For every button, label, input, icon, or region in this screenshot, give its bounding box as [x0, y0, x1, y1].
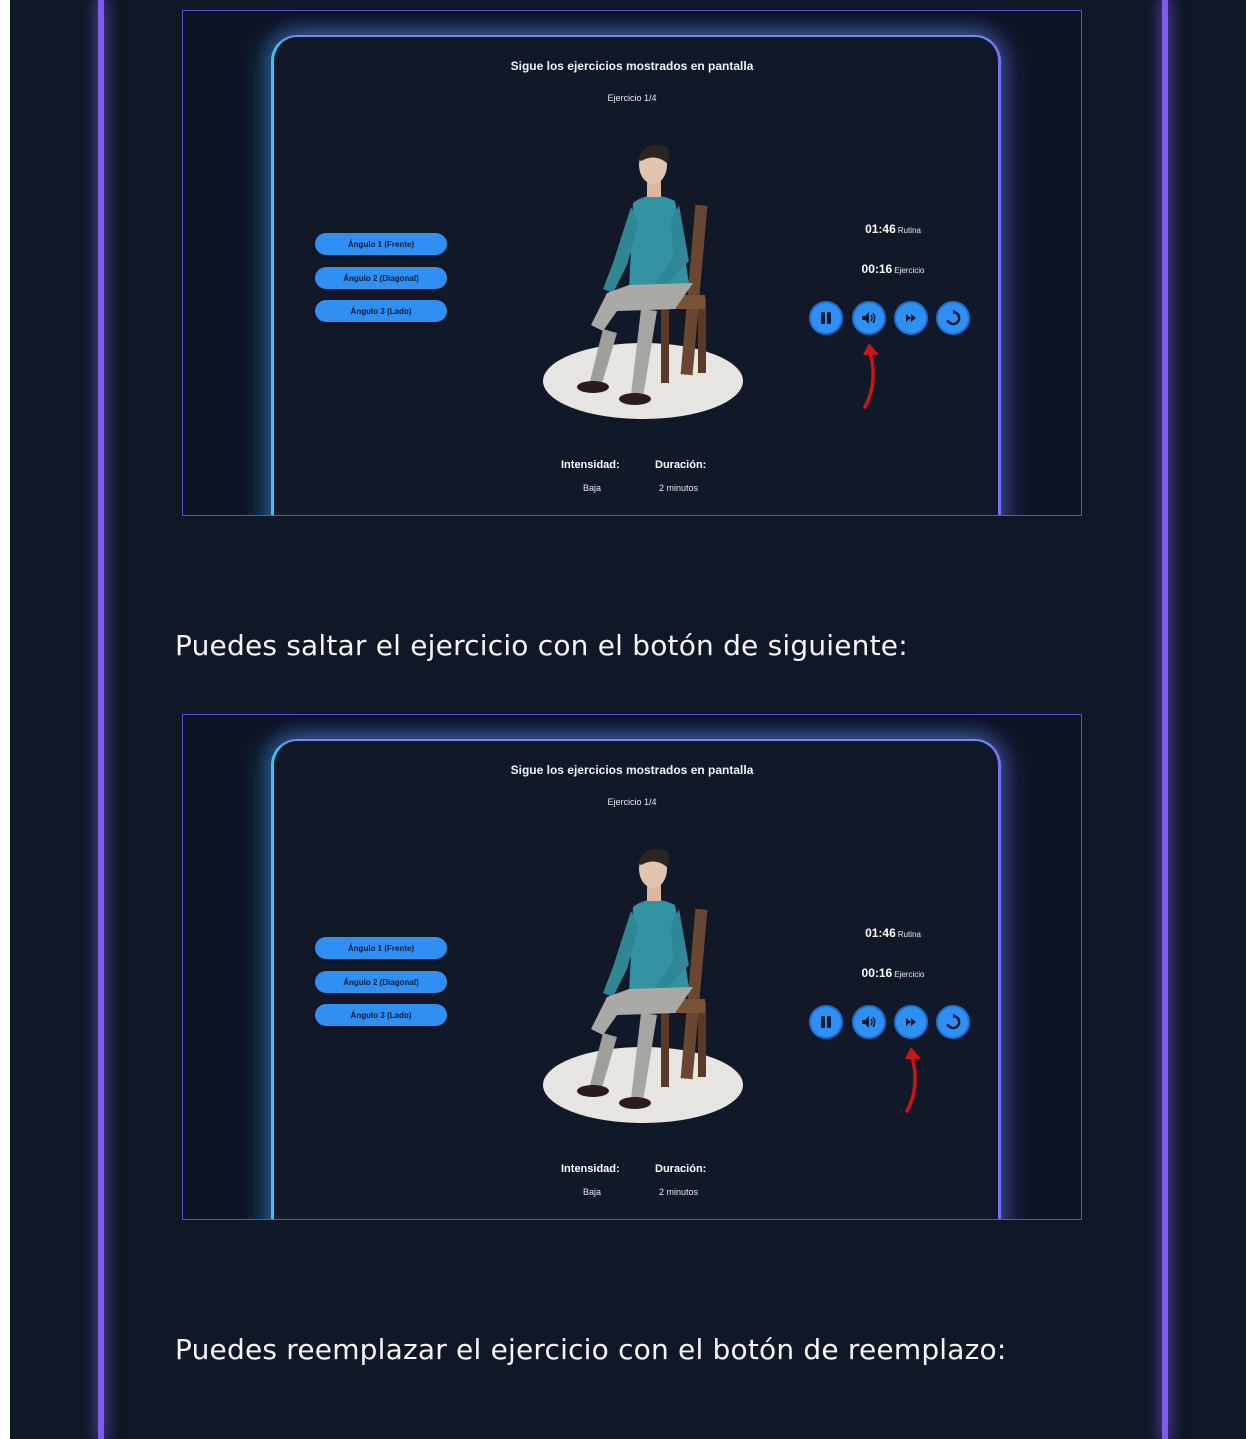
- volume-icon: [862, 312, 876, 324]
- volume-button[interactable]: [852, 301, 886, 335]
- caption-replace-exercise: Puedes reemplazar el ejercicio con el bo…: [175, 1333, 1007, 1366]
- replace-button[interactable]: [936, 301, 970, 335]
- intensity-value: Baja: [583, 483, 602, 493]
- exercise-title: Sigue los ejercicios mostrados en pantal…: [510, 763, 754, 777]
- angle-diagonal-button[interactable]: Ángulo 2 (Diagonal): [315, 267, 447, 289]
- exercise-counter: Ejercicio 1/4: [607, 93, 657, 103]
- routine-label: Rutina: [897, 930, 921, 939]
- volume-button[interactable]: [852, 1005, 886, 1039]
- next-button[interactable]: [894, 301, 928, 335]
- exercise-screenshot-1: Sigue los ejercicios mostrados en pantal…: [182, 10, 1082, 516]
- duration-value: 2 minutos: [659, 1187, 699, 1197]
- next-icon: [906, 314, 916, 322]
- exercise-counter: Ejercicio 1/4: [607, 797, 657, 807]
- intensity-label: Intensidad:: [561, 459, 620, 471]
- tutorial-page: Sigue los ejercicios mostrados en pantal…: [10, 0, 1246, 1439]
- exercise-label: Ejercicio: [894, 970, 925, 979]
- replace-button[interactable]: [936, 1005, 970, 1039]
- pause-button[interactable]: [809, 301, 843, 335]
- pause-icon: [821, 1016, 831, 1028]
- angle-diagonal-button[interactable]: Ángulo 2 (Diagonal): [315, 971, 447, 993]
- red-arrow-annotation: [905, 1047, 921, 1113]
- right-border-rail: [1162, 0, 1168, 1439]
- routine-timer: 01:46 Rutina: [823, 926, 963, 940]
- replace-icon: [946, 1013, 961, 1030]
- routine-timer: 01:46 Rutina: [823, 222, 963, 236]
- exercise-timer: 00:16 Ejercicio: [823, 966, 963, 980]
- pause-button[interactable]: [809, 1005, 843, 1039]
- next-button[interactable]: [894, 1005, 928, 1039]
- exercise-screenshot-2: Sigue los ejercicios mostrados en pantal…: [182, 714, 1082, 1220]
- routine-time: 01:46: [865, 926, 896, 940]
- next-icon: [906, 1018, 916, 1026]
- routine-time: 01:46: [865, 222, 896, 236]
- intensity-label: Intensidad:: [561, 1163, 620, 1175]
- seated-avatar-figure: [543, 144, 743, 419]
- exercise-time: 00:16: [861, 262, 893, 276]
- angle-side-button[interactable]: Ángulo 3 (Lado): [315, 1004, 447, 1026]
- left-border-rail: [98, 0, 104, 1439]
- duration-label: Duración:: [655, 459, 707, 471]
- replace-icon: [946, 309, 961, 326]
- exercise-label: Ejercicio: [894, 266, 925, 275]
- exercise-timer: 00:16 Ejercicio: [823, 262, 963, 276]
- caption-skip-exercise: Puedes saltar el ejercicio con el botón …: [175, 629, 908, 662]
- exercise-time: 00:16: [861, 966, 893, 980]
- seated-avatar-figure: [543, 848, 743, 1123]
- exercise-title: Sigue los ejercicios mostrados en pantal…: [510, 59, 754, 73]
- intensity-value: Baja: [583, 1187, 602, 1197]
- angle-side-button[interactable]: Ángulo 3 (Lado): [315, 300, 447, 322]
- routine-label: Rutina: [897, 226, 921, 235]
- angle-front-button[interactable]: Ángulo 1 (Frente): [315, 937, 447, 959]
- red-arrow-annotation: [863, 343, 879, 409]
- duration-label: Duración:: [655, 1163, 707, 1175]
- pause-icon: [821, 312, 831, 324]
- angle-front-button[interactable]: Ángulo 1 (Frente): [315, 233, 447, 255]
- duration-value: 2 minutos: [659, 483, 699, 493]
- volume-icon: [862, 1016, 876, 1028]
